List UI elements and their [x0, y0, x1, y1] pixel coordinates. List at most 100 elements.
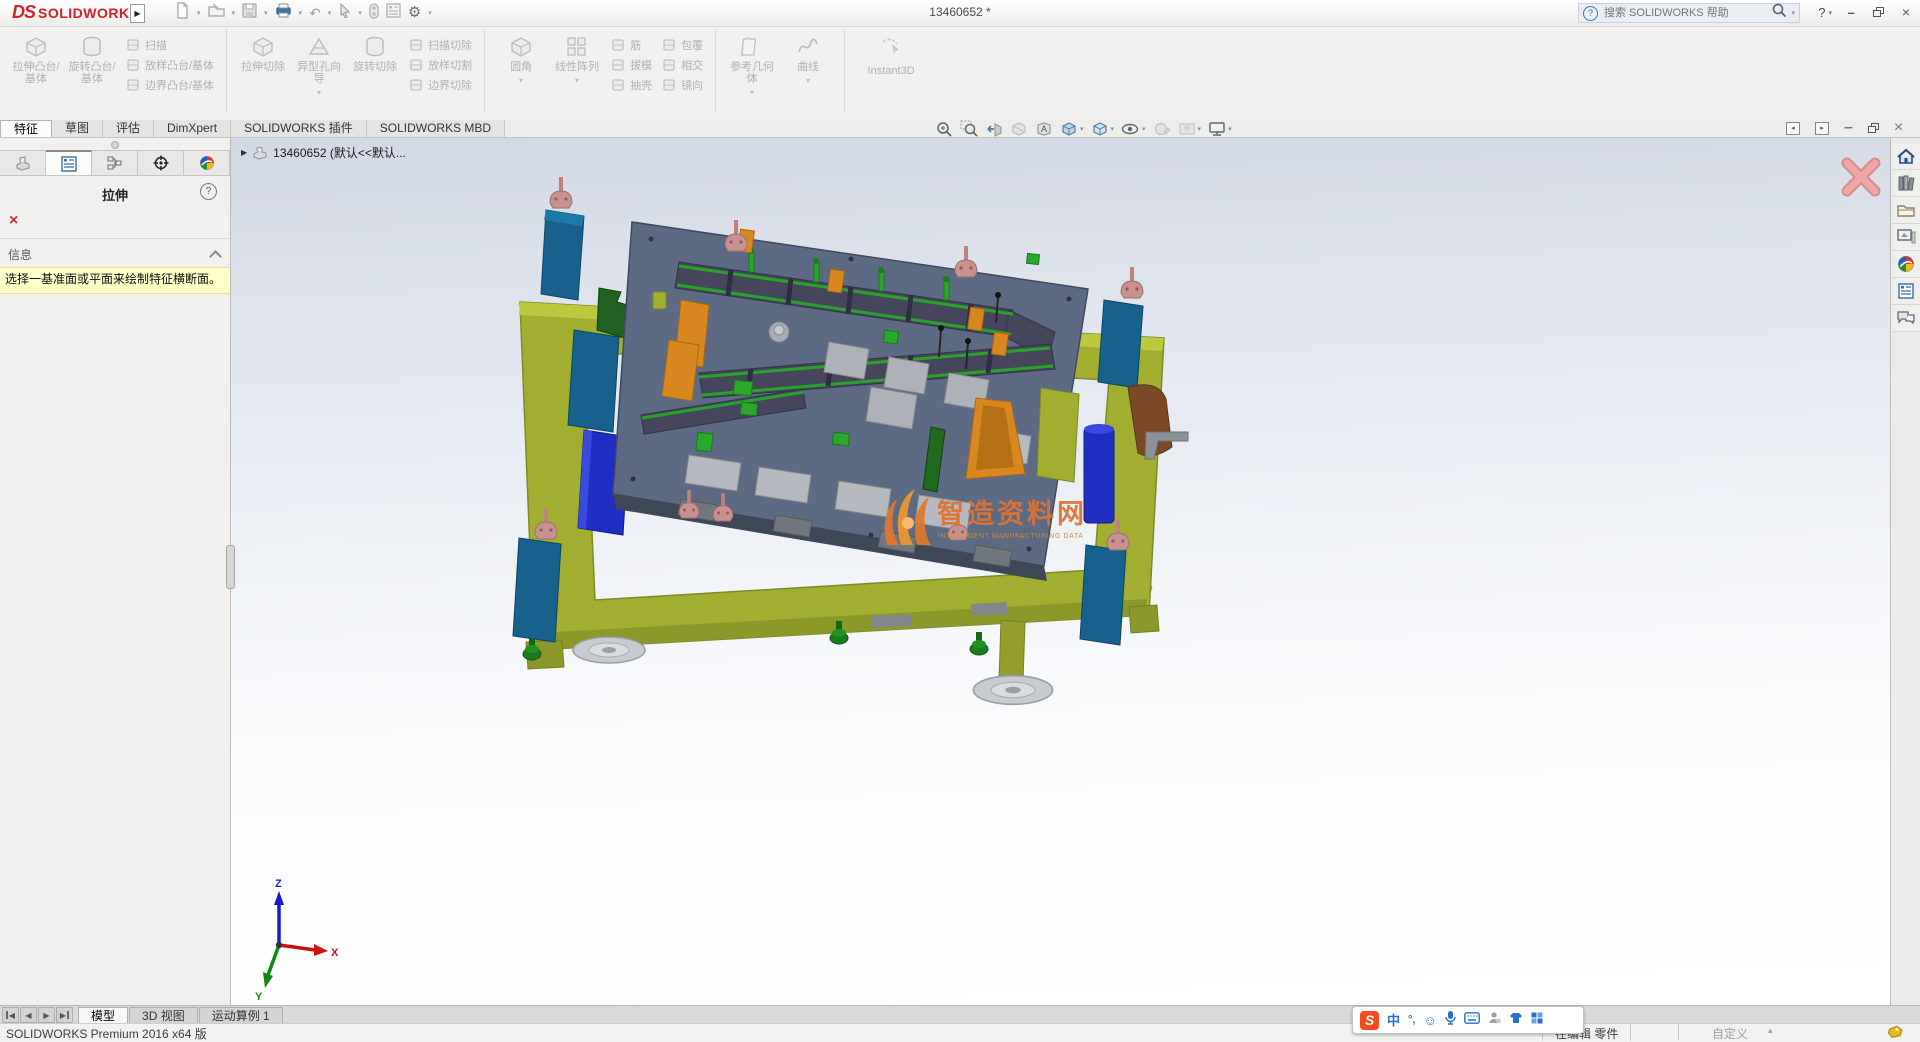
apply-scene-dropdown-icon[interactable]: ▾: [1198, 125, 1202, 133]
boundary-boss-button[interactable]: 边界凸台/基体: [126, 77, 214, 93]
tab-mbd[interactable]: SOLIDWORKS MBD: [367, 120, 505, 137]
section-view-icon[interactable]: [1010, 120, 1028, 137]
ime-microphone-icon[interactable]: [1445, 1010, 1456, 1030]
mirror-button[interactable]: 镜向: [662, 77, 703, 93]
new-dropdown-icon[interactable]: ▾: [197, 9, 201, 17]
search-box[interactable]: ? ▾: [1578, 3, 1800, 23]
ime-keyboard-icon[interactable]: [1464, 1011, 1480, 1029]
restore-button[interactable]: [1873, 7, 1884, 17]
sogou-logo-icon[interactable]: S: [1360, 1011, 1379, 1030]
pm-cancel-button[interactable]: ×: [0, 210, 230, 234]
tab-feature-manager[interactable]: [0, 150, 46, 175]
scroll-first-button[interactable]: ◀: [2, 1007, 19, 1023]
tag-icon[interactable]: [1888, 1025, 1903, 1042]
help-button[interactable]: ?▾: [1818, 5, 1832, 20]
search-icon[interactable]: [1772, 3, 1787, 23]
select-dropdown-icon[interactable]: ▾: [358, 9, 362, 17]
ime-emoji-button[interactable]: ☺: [1423, 1014, 1436, 1027]
select-cursor-icon[interactable]: [338, 3, 351, 23]
curves-dropdown-icon[interactable]: ▾: [806, 76, 810, 85]
wrap-button[interactable]: 包覆: [662, 37, 703, 53]
apply-scene-icon[interactable]: ▾: [1178, 120, 1202, 137]
instant3d-button[interactable]: Instant3D: [854, 31, 928, 77]
customize-caret-icon[interactable]: ▴: [1768, 1025, 1773, 1036]
display-style-icon[interactable]: ▾: [1091, 120, 1115, 137]
extruded-cut-button[interactable]: 拉伸切除: [236, 31, 290, 73]
options-report-icon[interactable]: [386, 3, 401, 23]
collapse-pane-right-icon[interactable]: ▸: [1815, 122, 1829, 135]
undo-dropdown-icon[interactable]: ▾: [328, 9, 332, 17]
print-dropdown-icon[interactable]: ▾: [299, 9, 303, 17]
save-dropdown-icon[interactable]: ▾: [264, 9, 268, 17]
linear-pattern-button[interactable]: 线性阵列 ▾: [550, 31, 604, 85]
tab-motion-study[interactable]: 运动算例 1: [199, 1007, 283, 1024]
view-settings-icon[interactable]: ▾: [1208, 120, 1232, 137]
selection-filter-icon[interactable]: [369, 3, 379, 24]
view-orientation-icon[interactable]: ▾: [1060, 120, 1084, 137]
swept-boss-button[interactable]: 扫描: [126, 37, 214, 53]
tab-3d-views[interactable]: 3D 视图: [129, 1007, 198, 1024]
ime-chinese-mode-button[interactable]: 中: [1387, 1014, 1400, 1027]
file-explorer-button[interactable]: [1893, 197, 1920, 224]
forum-button[interactable]: [1893, 305, 1920, 332]
custom-properties-button[interactable]: [1893, 278, 1920, 305]
collapse-pane-left-icon[interactable]: ◂: [1786, 122, 1800, 135]
new-document-icon[interactable]: [175, 2, 190, 24]
panel-splitter-handle[interactable]: [226, 545, 235, 589]
settings-gear-icon[interactable]: ⚙: [408, 6, 421, 20]
message-group-header[interactable]: 信息: [0, 241, 230, 267]
lofted-cut-button[interactable]: 放样切割: [409, 57, 472, 73]
boundary-cut-button[interactable]: 边界切除: [409, 77, 472, 93]
ime-toolbox-icon[interactable]: [1531, 1011, 1543, 1029]
design-library-button[interactable]: [1893, 170, 1920, 197]
tab-display-manager[interactable]: [184, 150, 230, 175]
doc-restore-button[interactable]: [1868, 123, 1879, 133]
menu-expand-button[interactable]: ▶: [130, 4, 145, 23]
settings-dropdown-icon[interactable]: ▾: [428, 9, 432, 17]
hide-show-items-icon[interactable]: ▾: [1121, 120, 1146, 137]
revolved-boss-button[interactable]: 旋转凸台/基体: [65, 31, 119, 85]
customize-menu[interactable]: 自定义: [1712, 1025, 1748, 1042]
reference-geometry-button[interactable]: 参考几何体 ▾: [725, 31, 779, 97]
scroll-prev-button[interactable]: ◀: [20, 1007, 37, 1023]
hide-show-dropdown-icon[interactable]: ▾: [1142, 125, 1146, 133]
fillet-dropdown-icon[interactable]: ▾: [519, 76, 523, 85]
draft-button[interactable]: 拔模: [611, 57, 652, 73]
extruded-boss-button[interactable]: 拉伸凸台/基体: [9, 31, 63, 85]
feature-tree-root[interactable]: ▶ 13460652 (默认<<默认...: [241, 144, 406, 161]
ime-skin-icon[interactable]: [1509, 1011, 1523, 1029]
feature-tree-root-label[interactable]: 13460652 (默认<<默认...: [273, 144, 406, 161]
undo-icon[interactable]: ↶: [309, 6, 321, 20]
panel-grab-handle[interactable]: [0, 137, 230, 150]
ime-punctuation-button[interactable]: °,: [1408, 1014, 1415, 1027]
tab-configuration-manager[interactable]: [92, 150, 138, 175]
minimize-button[interactable]: –: [1848, 5, 1855, 20]
tab-property-manager[interactable]: [46, 150, 92, 175]
reference-geometry-dropdown-icon[interactable]: ▾: [750, 88, 754, 97]
doc-minimize-button[interactable]: –: [1844, 119, 1853, 137]
tab-sketch[interactable]: 草图: [52, 120, 103, 137]
tab-addins[interactable]: SOLIDWORKS 插件: [231, 120, 367, 137]
scroll-next-button[interactable]: ▶: [38, 1007, 55, 1023]
display-style-dropdown-icon[interactable]: ▾: [1111, 125, 1115, 133]
graphics-viewport[interactable]: 智造资料网 INTELLIGENT MANUFACTURING DATA Z X…: [231, 137, 1890, 1005]
hole-wizard-button[interactable]: 异型孔向导 ▾: [292, 31, 346, 97]
home-button[interactable]: [1893, 143, 1920, 170]
tab-features[interactable]: 特征: [0, 120, 52, 137]
print-icon[interactable]: [275, 3, 292, 23]
3d-model[interactable]: 智造资料网 INTELLIGENT MANUFACTURING DATA Z X…: [231, 137, 1890, 1005]
annotation-views-icon[interactable]: A: [1035, 120, 1053, 137]
tab-evaluate[interactable]: 评估: [103, 120, 154, 137]
view-orientation-dropdown-icon[interactable]: ▾: [1080, 125, 1084, 133]
view-settings-dropdown-icon[interactable]: ▾: [1228, 125, 1232, 133]
view-palette-button[interactable]: [1893, 224, 1920, 251]
search-input[interactable]: [1602, 6, 1768, 20]
hole-wizard-dropdown-icon[interactable]: ▾: [317, 88, 321, 97]
tab-dimxpert-manager[interactable]: [138, 150, 184, 175]
appearances-button[interactable]: [1893, 251, 1920, 278]
revolved-cut-button[interactable]: 旋转切除: [348, 31, 402, 73]
shell-button[interactable]: 抽壳: [611, 77, 652, 93]
save-icon[interactable]: [242, 3, 257, 23]
doc-close-button[interactable]: ×: [1894, 119, 1903, 137]
ime-account-icon[interactable]: [1488, 1011, 1501, 1029]
